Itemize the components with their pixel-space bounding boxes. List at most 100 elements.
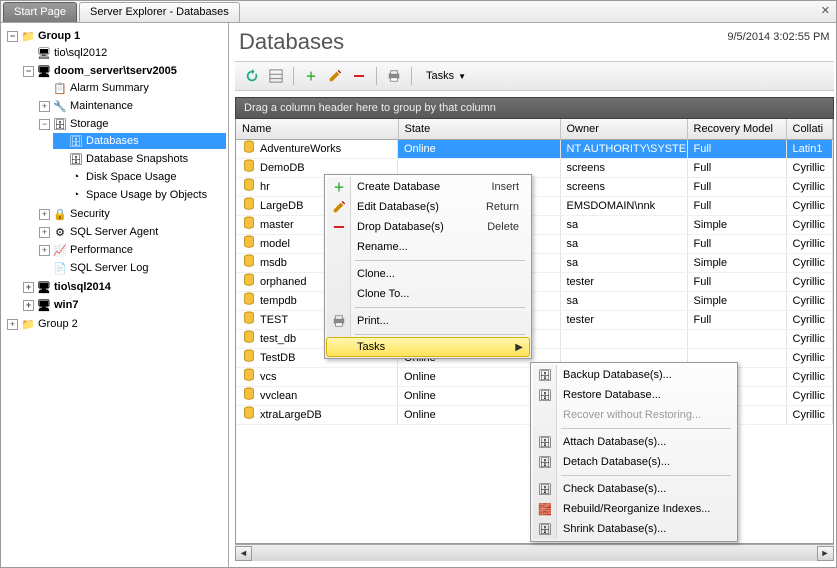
tree-disk-usage[interactable]: ◔Disk Space Usage (53, 169, 226, 185)
cell-recovery[interactable]: Full (687, 273, 786, 292)
collapse-icon[interactable]: − (39, 119, 50, 130)
tree-server-sql2012[interactable]: 🖥 tio\sql2012 (21, 45, 226, 61)
close-icon[interactable]: ✕ (821, 4, 830, 17)
collapse-icon[interactable]: − (7, 31, 18, 42)
grid-button[interactable] (265, 65, 287, 87)
delete-button[interactable] (348, 65, 370, 87)
ctx-tasks[interactable]: Tasks ▶ (326, 337, 530, 357)
tree-server-doom[interactable]: − 🖥 doom_server\tserv2005 (21, 63, 226, 79)
cell-recovery[interactable]: Full (687, 235, 786, 254)
expand-icon[interactable]: + (39, 209, 50, 220)
ctx-check[interactable]: 🗄Check Database(s)... (533, 479, 735, 499)
cell-owner[interactable]: tester (560, 311, 687, 330)
ctx-drop-database[interactable]: Drop Database(s) Delete (327, 217, 529, 237)
tab-server-explorer[interactable]: Server Explorer - Databases (79, 2, 240, 22)
cell-collation[interactable]: Cyrillic (786, 197, 832, 216)
tree-databases[interactable]: 🗄Databases (53, 133, 226, 149)
tree-alarm-summary[interactable]: 📋Alarm Summary (37, 80, 226, 96)
cell-collation[interactable]: Cyrillic (786, 254, 832, 273)
ctx-edit-database[interactable]: Edit Database(s) Return (327, 197, 529, 217)
cell-collation[interactable]: Cyrillic (786, 368, 832, 387)
expand-icon[interactable]: + (39, 101, 50, 112)
ctx-rebuild[interactable]: 🧱Rebuild/Reorganize Indexes... (533, 499, 735, 519)
expand-icon[interactable]: + (23, 282, 34, 293)
cell-owner[interactable]: sa (560, 292, 687, 311)
cell-recovery[interactable]: Simple (687, 254, 786, 273)
scroll-left-icon[interactable]: ◄ (235, 546, 252, 561)
tree-server-win7[interactable]: +🖥win7 (21, 297, 226, 313)
cell-collation[interactable]: Cyrillic (786, 216, 832, 235)
ctx-clone-to[interactable]: Clone To... (327, 284, 529, 304)
tree-performance[interactable]: +📈Performance (37, 242, 226, 258)
create-button[interactable]: ＋ (300, 65, 322, 87)
edit-button[interactable] (324, 65, 346, 87)
ctx-backup[interactable]: 🗄Backup Database(s)... (533, 365, 735, 385)
cell-collation[interactable]: Latin1 (786, 139, 832, 159)
col-header-state[interactable]: State (398, 119, 560, 139)
ctx-clone[interactable]: Clone... (327, 264, 529, 284)
explorer-tree[interactable]: − 📁 Group 1 🖥 tio\sql2012 − 🖥 (1, 23, 229, 567)
cell-owner[interactable]: sa (560, 216, 687, 235)
tree-agent[interactable]: +⚙SQL Server Agent (37, 224, 226, 240)
expand-icon[interactable]: + (23, 300, 34, 311)
cell-state[interactable]: Online (398, 139, 560, 159)
cell-collation[interactable]: Cyrillic (786, 349, 832, 368)
cell-owner[interactable]: screens (560, 178, 687, 197)
cell-recovery[interactable]: Simple (687, 216, 786, 235)
cell-recovery[interactable]: Full (687, 197, 786, 216)
ctx-create-database[interactable]: ＋ Create Database Insert (327, 177, 529, 197)
cell-collation[interactable]: Cyrillic (786, 292, 832, 311)
horizontal-scrollbar[interactable]: ◄ ► (235, 544, 834, 561)
ctx-restore[interactable]: 🗄Restore Database... (533, 385, 735, 405)
cell-collation[interactable]: Cyrillic (786, 406, 832, 425)
tree-group2[interactable]: +📁Group 2 (5, 316, 226, 332)
cell-collation[interactable]: Cyrillic (786, 330, 832, 349)
cell-recovery[interactable] (687, 330, 786, 349)
tab-start-page[interactable]: Start Page (3, 2, 77, 22)
expand-icon[interactable]: + (7, 319, 18, 330)
cell-recovery[interactable]: Full (687, 139, 786, 159)
tree-maintenance[interactable]: +🔧Maintenance (37, 98, 226, 114)
tree-snapshots[interactable]: 🗄Database Snapshots (53, 151, 226, 167)
ctx-rename[interactable]: Rename... (327, 237, 529, 257)
tasks-submenu[interactable]: 🗄Backup Database(s)... 🗄Restore Database… (530, 362, 738, 542)
cell-owner[interactable] (560, 330, 687, 349)
cell-owner[interactable]: sa (560, 235, 687, 254)
expand-icon[interactable]: + (39, 245, 50, 256)
tree-server-log[interactable]: 📄SQL Server Log (37, 260, 226, 276)
col-header-name[interactable]: Name (236, 119, 398, 139)
cell-collation[interactable]: Cyrillic (786, 273, 832, 292)
cell-name[interactable]: xtraLargeDB (236, 406, 398, 425)
table-row[interactable]: AdventureWorksOnlineNT AUTHORITY\SYSTEMF… (236, 139, 832, 159)
col-header-collation[interactable]: Collati (786, 119, 832, 139)
scroll-right-icon[interactable]: ► (817, 546, 834, 561)
cell-collation[interactable]: Cyrillic (786, 159, 832, 178)
cell-name[interactable]: vvclean (236, 387, 398, 406)
cell-collation[interactable]: Cyrillic (786, 311, 832, 330)
cell-collation[interactable]: Cyrillic (786, 235, 832, 254)
context-menu[interactable]: ＋ Create Database Insert Edit Database(s… (324, 174, 532, 359)
cell-name[interactable]: AdventureWorks (236, 140, 398, 159)
col-header-recovery[interactable]: Recovery Model (687, 119, 786, 139)
tree-group1[interactable]: − 📁 Group 1 (5, 28, 226, 44)
group-by-bar[interactable]: Drag a column header here to group by th… (235, 97, 834, 119)
cell-collation[interactable]: Cyrillic (786, 387, 832, 406)
print-button[interactable] (383, 65, 405, 87)
cell-owner[interactable]: tester (560, 273, 687, 292)
tree-storage[interactable]: −🗄Storage (37, 116, 226, 132)
cell-owner[interactable]: sa (560, 254, 687, 273)
tree-security[interactable]: +🔒Security (37, 206, 226, 222)
col-header-owner[interactable]: Owner (560, 119, 687, 139)
cell-name[interactable]: vcs (236, 368, 398, 387)
cell-owner[interactable]: screens (560, 159, 687, 178)
ctx-detach[interactable]: 🗄Detach Database(s)... (533, 452, 735, 472)
ctx-attach[interactable]: 🗄Attach Database(s)... (533, 432, 735, 452)
cell-recovery[interactable]: Full (687, 159, 786, 178)
tree-server-sql2014[interactable]: +🖥tio\sql2014 (21, 279, 226, 295)
expand-icon[interactable]: + (39, 227, 50, 238)
cell-collation[interactable]: Cyrillic (786, 178, 832, 197)
ctx-print[interactable]: Print... (327, 311, 529, 331)
cell-recovery[interactable]: Full (687, 178, 786, 197)
collapse-icon[interactable]: − (23, 66, 34, 77)
cell-owner[interactable]: EMSDOMAIN\nnk (560, 197, 687, 216)
